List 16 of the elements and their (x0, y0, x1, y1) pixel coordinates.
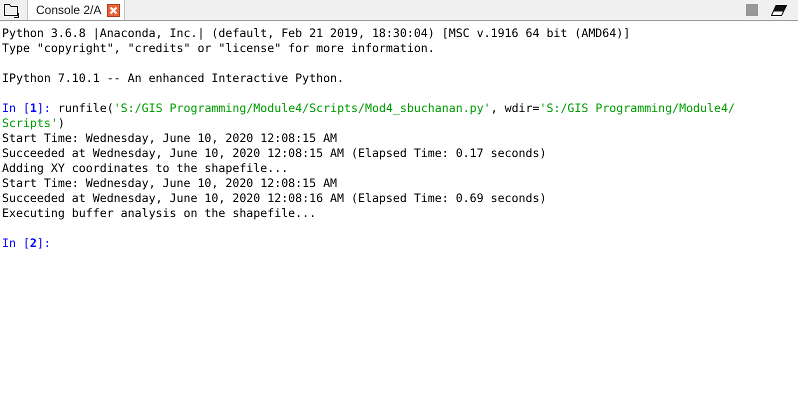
output-line: Succeeded at Wednesday, June 10, 2020 12:08:16 AM (Elapsed Time: 0.69 seconds) (2, 191, 546, 206)
output-line: Adding XY coordinates to the shapefile... (2, 161, 288, 176)
output-line: Start Time: Wednesday, June 10, 2020 12:08:15 AM (2, 176, 338, 191)
output-line: Start Time: Wednesday, June 10, 2020 12:08:15 AM (2, 131, 338, 146)
output-line: IPython 7.10.1 -- An enhanced Interactive Python. (2, 71, 344, 86)
output-line: Succeeded at Wednesday, June 10, 2020 12:08:15 AM (Elapsed Time: 0.17 seconds) (2, 146, 546, 161)
output-line: Executing buffer analysis on the shapefile... (2, 206, 316, 221)
eraser-icon[interactable] (771, 4, 787, 16)
tabs-browse-icon[interactable] (3, 2, 19, 18)
output-line: Type "copyright", "credits" or "license" for more information. (2, 41, 435, 56)
console-tab[interactable]: Console 2/A (27, 0, 126, 20)
input-line: In [1]: runfile('S:/GIS Programming/Module4/Scripts/Mod4_sbuchanan.py', wdir='S:/GIS Programming/Module4/ (2, 101, 735, 116)
close-icon[interactable] (107, 4, 120, 16)
input-line: Scripts') (2, 116, 65, 131)
input-prompt: In [2]: (2, 236, 52, 251)
output-line: Python 3.6.8 |Anaconda, Inc.| (default, Feb 21 2019, 18:30:04) [MSC v.1916 64 bit (AMD64)] (2, 26, 630, 41)
